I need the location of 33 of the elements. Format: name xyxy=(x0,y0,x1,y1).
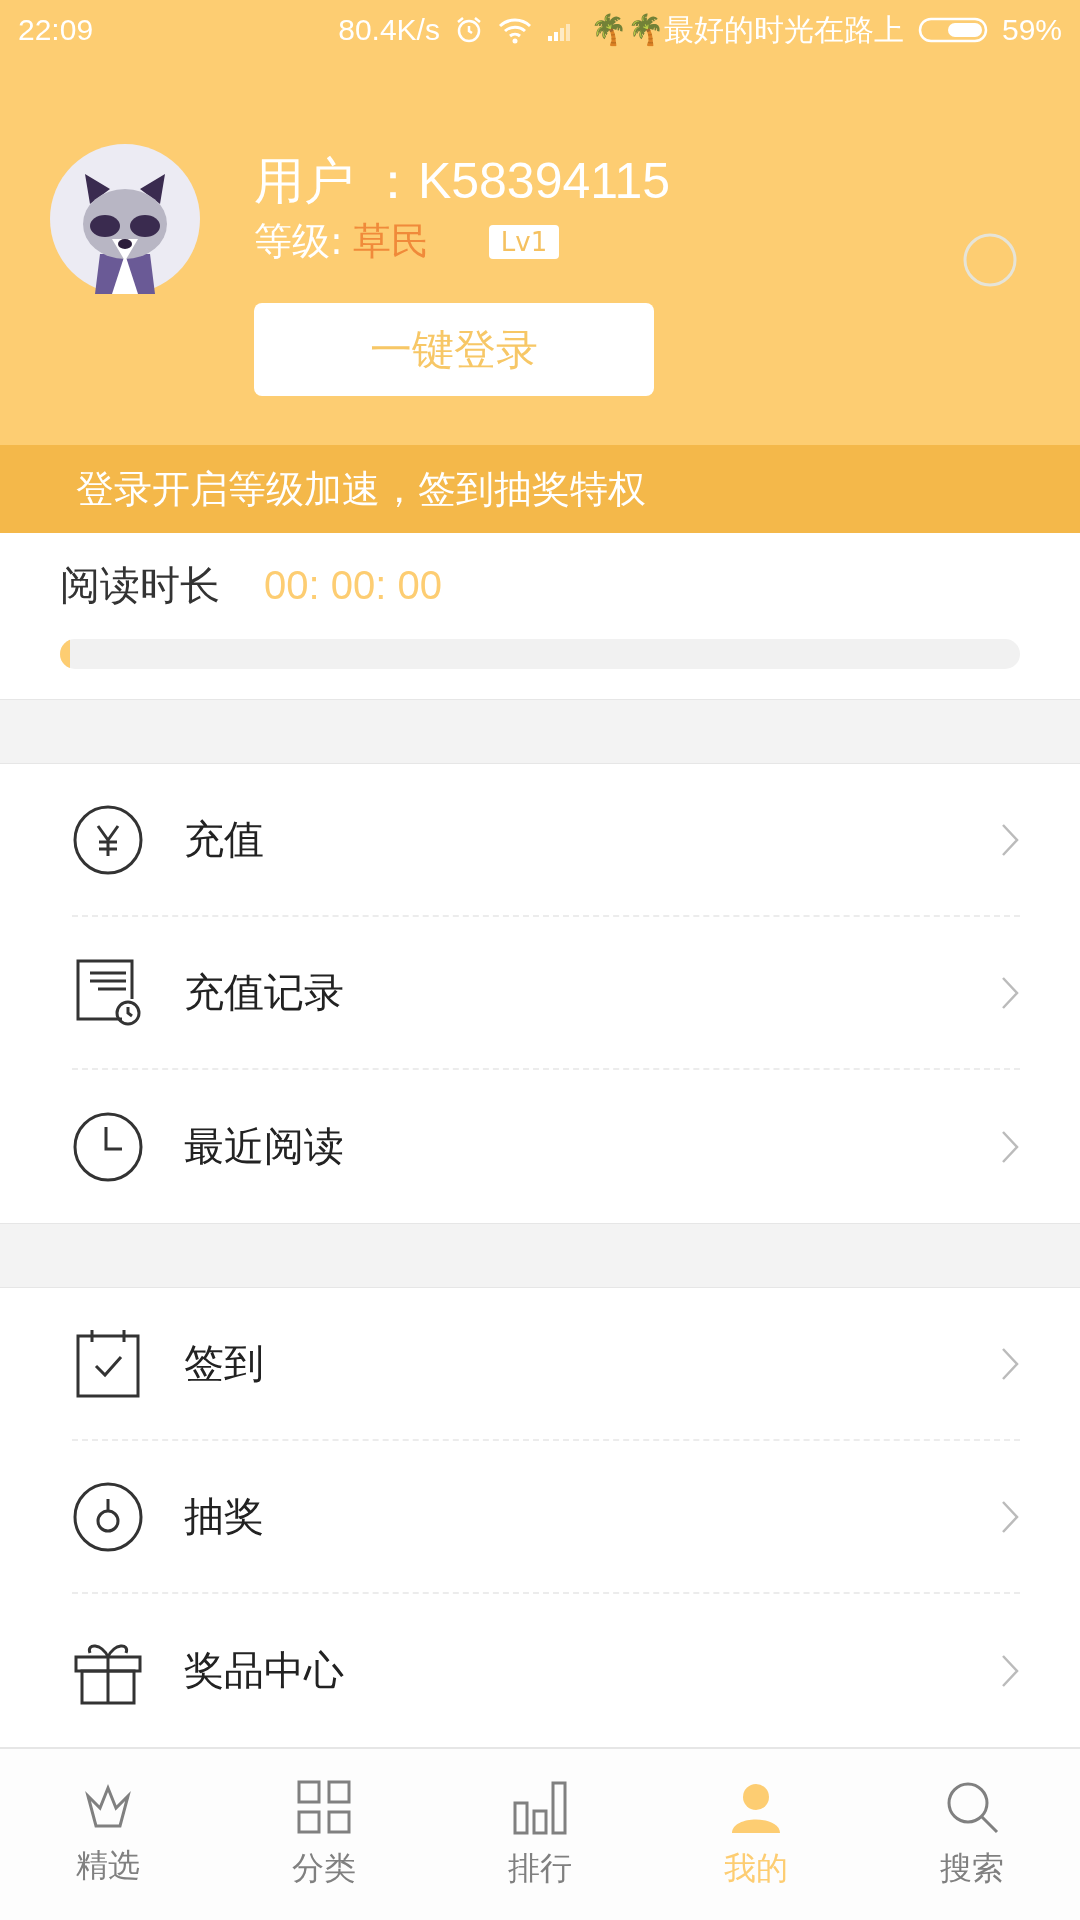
battery-icon xyxy=(917,16,988,44)
username: 用户 ：K58394115 xyxy=(254,152,670,210)
nav-tab[interactable]: 排行 xyxy=(432,1749,648,1920)
menu-label: 充值记录 xyxy=(184,968,345,1017)
menu-item[interactable]: 充值 xyxy=(72,764,1020,917)
network-speed: 80.4K/s xyxy=(338,13,440,47)
yen-icon xyxy=(72,803,144,876)
menu-item[interactable]: 抽奖 xyxy=(72,1441,1020,1594)
status-text: 🌴🌴最好的时光在路上 xyxy=(589,11,904,48)
nav-tab[interactable]: 搜索 xyxy=(864,1749,1080,1920)
menu-item[interactable]: 奖品中心 xyxy=(72,1594,1020,1747)
clock-icon xyxy=(72,1110,144,1183)
menu-item[interactable]: 充值记录 xyxy=(72,917,1020,1070)
level-name: 草民 xyxy=(352,218,429,265)
menu-item[interactable]: 签到 xyxy=(72,1288,1020,1441)
menu-label: 奖品中心 xyxy=(184,1646,345,1695)
menu-label: 最近阅读 xyxy=(184,1122,345,1171)
menu-label: 签到 xyxy=(184,1339,265,1388)
login-banner: 登录开启等级加速，签到抽奖特权 xyxy=(0,445,1080,533)
menu-label: 充值 xyxy=(184,815,265,864)
reading-time: 00: 00: 00 xyxy=(264,562,442,608)
wifi-icon xyxy=(497,16,532,44)
nav-tab[interactable]: 分类 xyxy=(216,1749,432,1920)
menu-label: 抽奖 xyxy=(184,1492,265,1541)
dial-icon xyxy=(72,1480,144,1553)
level-label: 等级: xyxy=(254,218,343,265)
level-badge: Lv1 xyxy=(488,224,560,259)
nav-tab[interactable]: 精选 xyxy=(0,1749,216,1920)
grid-icon xyxy=(296,1778,352,1835)
reading-time-label: 阅读时长 xyxy=(60,560,220,610)
menu-item[interactable]: 最近阅读 xyxy=(72,1070,1020,1223)
battery-percent: 59% xyxy=(1001,13,1062,47)
status-time: 22:09 xyxy=(18,13,94,47)
